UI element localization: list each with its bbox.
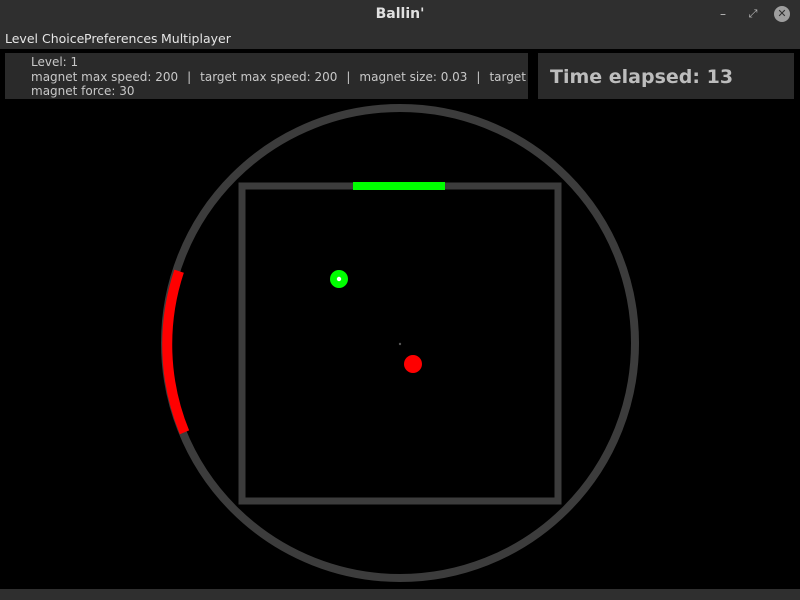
game-info-panel: Level: 1 magnet max speed: 200 | target ma… [5, 53, 528, 99]
level-label: Level: 1 [31, 55, 79, 69]
magnet-size-label: magnet size: 0.03 [359, 70, 468, 84]
menu-bar: Level Choice Preferences Multiplayer [0, 29, 800, 49]
title-bar: Ballin' – ⤢ ✕ [0, 0, 800, 29]
maximize-icon[interactable]: ⤢ [745, 6, 761, 22]
time-elapsed-label: Time elapsed: 13 [550, 66, 734, 88]
separator: | [187, 70, 192, 84]
separator: | [346, 70, 351, 84]
game-arena[interactable] [0, 99, 800, 589]
close-icon[interactable]: ✕ [774, 6, 790, 22]
menu-multiplayer[interactable]: Multiplayer [161, 31, 231, 46]
minimize-icon[interactable]: – [715, 6, 731, 22]
menu-preferences[interactable]: Preferences [84, 31, 158, 46]
menu-level-choice[interactable]: Level Choice [5, 31, 84, 46]
target-max-speed-label: target max speed: 200 [200, 70, 338, 84]
magnet-max-speed-label: magnet max speed: 200 [31, 70, 179, 84]
target-ball [404, 355, 422, 373]
magnet-ball-center [336, 276, 342, 282]
separator: | [476, 70, 481, 84]
status-bar [0, 589, 800, 600]
goal-zone [353, 182, 445, 190]
hazard-arc [162, 269, 190, 435]
magnet-force-label: magnet force: 30 [31, 84, 135, 98]
window-title: Ballin' [375, 6, 425, 22]
timer-panel: Time elapsed: 13 [538, 53, 794, 99]
target-size-label: target size: 0.0 [489, 70, 528, 84]
center-dot [398, 342, 402, 346]
parameters-line: magnet max speed: 200 | target max speed: … [31, 70, 528, 84]
